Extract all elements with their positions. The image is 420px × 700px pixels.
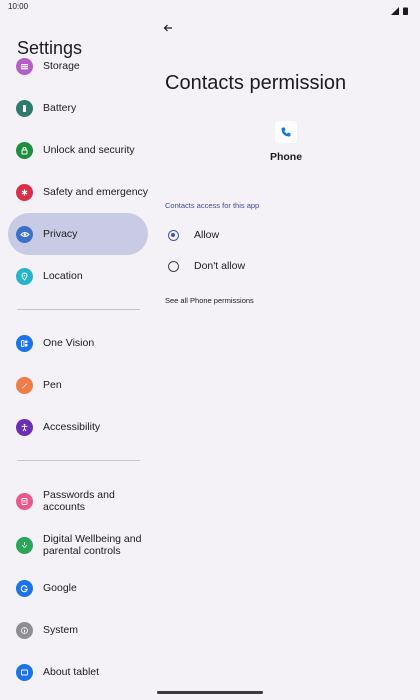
settings-item-label: Accessibility [43,420,101,433]
settings-item-one-vision[interactable]: One Vision [8,322,148,364]
lock-icon [16,141,33,159]
settings-item-digital-wellbeing[interactable]: Digital Wellbeing and parental controls [8,524,148,566]
permission-detail-pane: Contacts permission Phone Contacts acces… [157,14,420,700]
page-title: Contacts permission [165,72,347,94]
settings-item-passwords-accounts[interactable]: Passwords and accounts [8,480,148,522]
settings-item-label: Unlock and security [43,143,135,156]
settings-item-label: Pen [43,378,62,391]
settings-item-safety-emergency[interactable]: Safety and emergency [8,171,148,213]
settings-item-label: System [43,623,79,636]
settings-item-label: Location [43,269,83,282]
settings-item-label: Battery [43,101,77,114]
settings-item-google[interactable]: Google [8,567,148,609]
passwords-icon [16,492,33,510]
settings-list-pane[interactable]: Storage Settings Battery Unlock and secu… [0,14,157,700]
status-time: 10:00 [8,2,29,11]
location-pin-icon [16,267,33,285]
section-label: Contacts access for this app [165,201,260,210]
settings-item-label: About tablet [43,665,100,678]
storage-icon [16,57,33,75]
back-arrow-icon [163,20,173,38]
app-name: Phone [269,151,303,163]
settings-item-accessibility[interactable]: Accessibility [8,406,148,448]
settings-item-label: One Vision [43,336,95,349]
settings-item-label: Privacy [43,227,78,240]
battery-icon [16,99,33,117]
settings-item-label: Storage [43,59,80,72]
privacy-eye-icon [16,225,33,243]
settings-item-privacy[interactable]: Privacy [8,213,148,255]
settings-item-battery[interactable]: Battery [8,87,148,129]
wellbeing-icon [16,536,33,554]
navigation-handle[interactable] [157,691,263,694]
settings-title: Settings [17,38,83,58]
settings-item-location[interactable]: Location [8,255,148,297]
radio-label: Allow [194,229,220,241]
back-button[interactable] [159,20,177,38]
allow-option[interactable]: Allow [165,221,405,249]
settings-divider [17,309,140,310]
info-icon [16,621,33,639]
see-all-permissions-link[interactable]: See all Phone permissions [165,296,254,305]
settings-item-label: Digital Wellbeing and parental controls [43,532,142,558]
allow-radio-button[interactable] [168,229,179,241]
dont-allow-radio-button[interactable] [168,260,179,272]
settings-item-system[interactable]: System [8,609,148,651]
settings-item-label: Passwords and accounts [43,488,115,514]
phone-app-icon [275,121,297,143]
settings-item-label: Google [43,581,77,594]
settings-item-label: Safety and emergency [43,185,149,198]
settings-divider [17,460,140,461]
status-bar: 10:00 [0,0,420,15]
tablet-icon [16,663,33,681]
dont-allow-option[interactable]: Don't allow [165,252,405,280]
settings-item-pen[interactable]: Pen [8,364,148,406]
pen-icon [16,376,33,394]
accessibility-icon [16,418,33,436]
one-vision-icon [16,334,33,352]
asterisk-icon [16,183,33,201]
radio-label: Don't allow [194,260,246,272]
google-icon [16,579,33,597]
settings-item-about-tablet[interactable]: About tablet [8,651,148,693]
settings-item-unlock-security[interactable]: Unlock and security [8,129,148,171]
